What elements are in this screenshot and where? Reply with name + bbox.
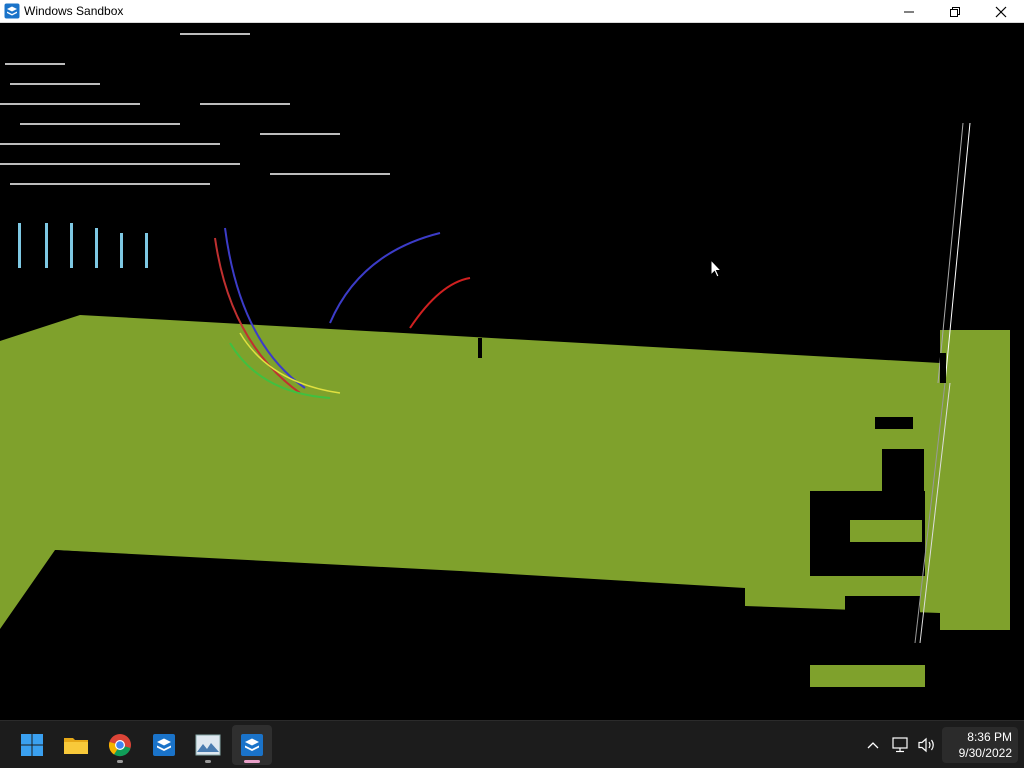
window-title: Windows Sandbox [24, 4, 124, 18]
clock-time: 8:36 PM [967, 730, 1012, 744]
chrome-icon [108, 734, 131, 757]
running-indicator [205, 760, 211, 763]
chevron-up-icon [867, 741, 879, 748]
active-indicator [244, 760, 260, 763]
glitched-render-scene [0, 33, 1010, 687]
image-viewer-button[interactable] [188, 725, 228, 765]
start-button[interactable] [12, 725, 52, 765]
folder-icon [64, 738, 88, 754]
show-hidden-icons-button[interactable] [862, 721, 884, 768]
running-indicator [117, 760, 123, 763]
network-status-button[interactable] [888, 721, 914, 768]
network-icon [892, 736, 908, 752]
windows-sandbox-active-button[interactable] [232, 725, 272, 765]
taskbar: 8:36 PM 9/30/2022 [0, 720, 1024, 768]
sandbox-viewport[interactable] [0, 23, 1024, 720]
speaker-icon [918, 737, 934, 752]
sandbox-icon [153, 734, 175, 756]
restore-button[interactable] [932, 0, 978, 23]
windows-logo-icon [21, 734, 43, 756]
minimize-button[interactable] [886, 0, 932, 23]
volume-button[interactable] [914, 721, 940, 768]
minimize-icon [904, 11, 914, 12]
windows-sandbox-button[interactable] [144, 725, 184, 765]
sandbox-icon [241, 734, 263, 756]
window-titlebar[interactable]: Windows Sandbox [0, 0, 1024, 23]
close-button[interactable] [978, 0, 1024, 23]
clock-button[interactable]: 8:36 PM 9/30/2022 [942, 727, 1018, 763]
sandbox-app-icon [4, 3, 20, 19]
file-explorer-button[interactable] [56, 725, 96, 765]
clock-date: 9/30/2022 [958, 746, 1012, 760]
mouse-cursor-icon [710, 259, 722, 278]
restore-icon [950, 6, 960, 17]
chrome-button[interactable] [100, 725, 140, 765]
close-icon [995, 6, 1007, 17]
image-icon [195, 734, 221, 756]
